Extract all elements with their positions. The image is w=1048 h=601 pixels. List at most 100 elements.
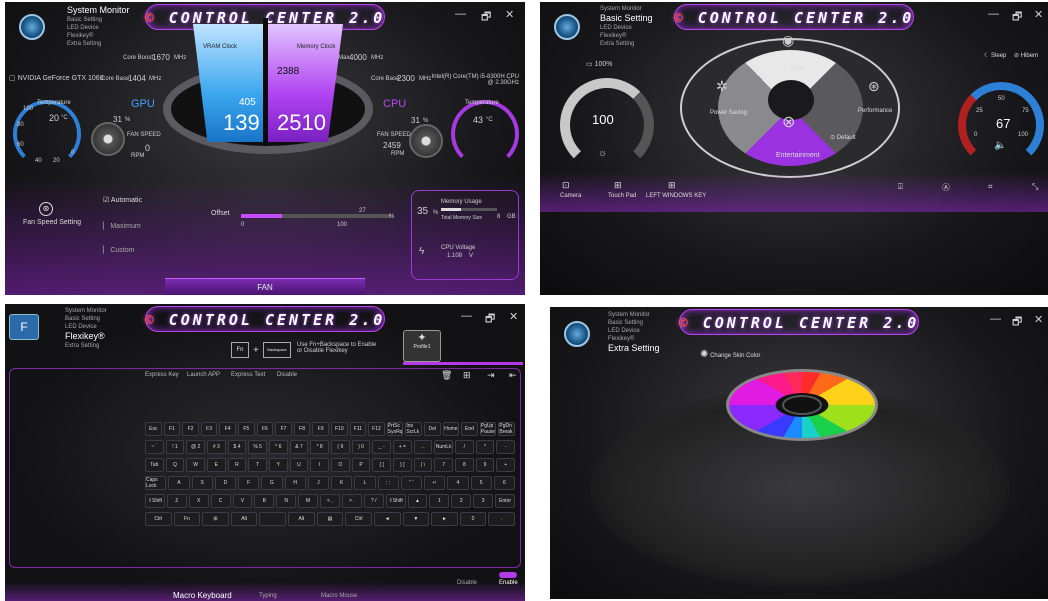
key[interactable]: ► — [431, 512, 458, 526]
key[interactable]: S — [191, 476, 213, 490]
menu-item-led-device[interactable]: LED Device — [600, 24, 653, 32]
key[interactable]: ▲ — [407, 494, 428, 508]
key[interactable]: Ctrl — [345, 512, 372, 526]
restore-button[interactable]: 🗗 — [1012, 8, 1022, 27]
key[interactable]: ? / — [363, 494, 384, 508]
key[interactable]: Esc — [145, 422, 162, 436]
tab-disable[interactable]: Disable — [277, 372, 297, 378]
tab-fan[interactable]: FAN — [165, 278, 365, 295]
key[interactable]: NumLk — [434, 440, 453, 454]
key[interactable]: A — [168, 476, 190, 490]
key[interactable]: N — [276, 494, 297, 508]
key[interactable]: ↵ — [424, 476, 446, 490]
minimize-button[interactable]: — — [455, 8, 466, 20]
import-icon[interactable]: ⇥ — [487, 370, 495, 381]
key[interactable]: : ; — [377, 476, 399, 490]
key[interactable]: F6 — [256, 422, 274, 436]
key[interactable]: Tab — [145, 458, 164, 472]
menu-item-system-monitor[interactable]: System Monitor — [65, 307, 107, 315]
profile-button[interactable]: ✦ Profile1 — [403, 330, 441, 362]
menu-item-led-device[interactable]: LED Device — [65, 323, 107, 331]
key[interactable]: V — [232, 494, 253, 508]
hotkey-icon-2[interactable]: Ⓐ — [942, 182, 950, 193]
key[interactable]: * 8 — [310, 440, 329, 454]
key[interactable]: F9 — [312, 422, 329, 436]
key[interactable]: F10 — [331, 422, 348, 436]
key[interactable]: 6 — [493, 476, 515, 490]
key[interactable]: ▤ — [316, 512, 344, 526]
key[interactable]: F2 — [182, 422, 199, 436]
mode-entertainment[interactable]: Entertainment — [776, 152, 820, 159]
key[interactable]: F1 — [163, 422, 181, 436]
close-button[interactable]: ✕ — [505, 8, 514, 21]
key[interactable]: 3 — [473, 494, 494, 508]
key[interactable]: + = — [393, 440, 412, 454]
minimize-button[interactable]: — — [988, 8, 999, 20]
key[interactable]: 0 — [459, 512, 487, 526]
key[interactable]: ← — [413, 440, 433, 454]
menu-item-extra-setting[interactable]: Extra Setting — [600, 40, 653, 48]
key[interactable]: Ctrl — [145, 512, 172, 526]
key[interactable]: I — [310, 458, 329, 472]
key[interactable]: " ' — [400, 476, 422, 490]
menu-item-extra-setting[interactable]: Extra Setting — [608, 343, 660, 354]
key[interactable]: ⊞ — [202, 512, 229, 526]
trash-icon[interactable]: 🗑 — [441, 370, 452, 381]
key[interactable]: PgDn Break — [498, 422, 515, 436]
tab-launch-app[interactable]: Launch APP — [187, 372, 220, 378]
key[interactable]: P — [351, 458, 371, 472]
menu-item-flexikey[interactable]: Flexikey® — [67, 32, 130, 40]
close-button[interactable]: ✕ — [1034, 8, 1043, 21]
key[interactable]: Z — [166, 494, 187, 508]
key[interactable]: F4 — [219, 422, 236, 436]
key[interactable]: D — [214, 476, 236, 490]
key[interactable]: + — [496, 458, 515, 472]
sleep-button[interactable]: ☾ Sleep — [984, 52, 1006, 59]
key[interactable]: T — [248, 458, 267, 472]
key[interactable]: End — [461, 422, 478, 436]
add-icon[interactable]: ⊞ — [463, 370, 471, 381]
default-button[interactable]: ⊙ Default — [830, 134, 856, 141]
key[interactable]: 2 — [451, 494, 472, 508]
mode-performance[interactable]: Performance — [858, 108, 892, 114]
key[interactable]: Caps Lock — [145, 476, 167, 490]
key[interactable]: ⇧Shift — [385, 494, 406, 508]
key[interactable]: ⇧Shift — [145, 494, 165, 508]
fan-mode-maximum[interactable]: ▏ Maximum — [103, 222, 141, 230]
mode-quiet[interactable]: Quiet — [790, 66, 804, 72]
key[interactable]: ▼ — [402, 512, 430, 526]
key[interactable]: ) 0 — [351, 440, 371, 454]
key[interactable]: R — [227, 458, 247, 472]
key[interactable]: Home — [442, 422, 460, 436]
key[interactable]: C — [210, 494, 231, 508]
menu-item-basic-setting[interactable]: Basic Setting — [600, 13, 653, 24]
key[interactable]: O — [331, 458, 350, 472]
key[interactable]: H — [284, 476, 306, 490]
key[interactable]: F3 — [200, 422, 218, 436]
menu-item-basic-setting[interactable]: Basic Setting — [608, 319, 660, 327]
key[interactable]: PgUp Pause — [479, 422, 497, 436]
fan-mode-custom[interactable]: ▏ Custom — [103, 246, 134, 254]
key[interactable]: _ - — [372, 440, 391, 454]
menu-item-extra-setting[interactable]: Extra Setting — [65, 342, 107, 350]
key[interactable]: - — [496, 440, 515, 454]
key[interactable]: B — [254, 494, 275, 508]
key[interactable]: Ins ScrLk — [405, 422, 422, 436]
key[interactable]: 9 — [475, 458, 495, 472]
menu-item-led-device[interactable]: LED Device — [67, 24, 130, 32]
key[interactable]: F8 — [293, 422, 311, 436]
change-skin-color-button[interactable]: ✺ Change Skin Color — [700, 349, 760, 360]
key[interactable]: Alt — [230, 512, 258, 526]
key[interactable]: ! 1 — [165, 440, 185, 454]
key[interactable]: K — [331, 476, 353, 490]
enable-toggle[interactable] — [499, 572, 517, 578]
key[interactable]: M — [298, 494, 319, 508]
key[interactable]: F7 — [275, 422, 292, 436]
key[interactable]: U — [289, 458, 309, 472]
menu-item-system-monitor[interactable]: System Monitor — [600, 5, 653, 13]
key[interactable]: / — [455, 440, 474, 454]
export-icon[interactable]: ⇤ — [509, 370, 517, 381]
close-button[interactable]: ✕ — [1034, 313, 1043, 326]
key[interactable]: ~ ` — [145, 440, 164, 454]
key[interactable]: X — [188, 494, 209, 508]
